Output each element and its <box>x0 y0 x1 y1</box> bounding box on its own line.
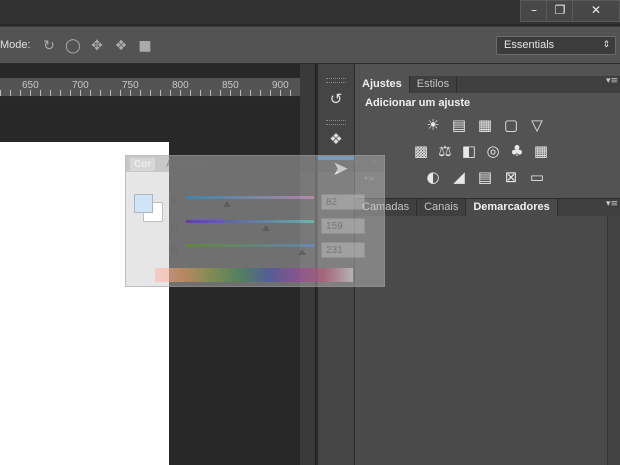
paths-scrollbar[interactable] <box>607 216 620 465</box>
slide-3d-icon[interactable]: ❖ <box>112 37 130 55</box>
channel-mixer-icon[interactable]: ♣ <box>507 142 527 160</box>
adjustments-tabbar: Ajustes Estilos ▾≡ <box>355 76 620 93</box>
threshold-icon[interactable]: ▤ <box>475 168 495 186</box>
tab-demarcadores[interactable]: Demarcadores <box>466 199 558 216</box>
mode-label: Mode: <box>0 39 31 51</box>
posterize-icon[interactable]: ◢ <box>449 168 469 186</box>
options-bar: Mode: ↻ ◯ ✥ ❖ ■ Essentials ⇕ <box>0 26 620 64</box>
brightness-contrast-icon[interactable]: ☀ <box>423 116 443 134</box>
vibrance-icon[interactable]: ▽ <box>527 116 547 134</box>
workspace-label: Essentials <box>504 39 555 51</box>
tab-canais[interactable]: Canais <box>417 199 467 216</box>
exposure-icon[interactable]: ▢ <box>501 116 521 134</box>
chevron-updown-icon: ⇕ <box>602 40 610 50</box>
slider-thumb[interactable] <box>223 201 231 207</box>
foreground-color-swatch[interactable] <box>134 194 153 213</box>
panel-menu-icon[interactable]: ▾≡ <box>606 76 618 86</box>
red-slider[interactable] <box>186 196 314 199</box>
channel-label: B <box>171 245 178 256</box>
scale-3d-icon[interactable]: ■ <box>136 37 154 55</box>
paths-list[interactable] <box>355 216 607 465</box>
right-panel: Ajustes Estilos ▾≡ Adicionar um ajuste ☀ … <box>354 64 620 465</box>
pan-3d-icon[interactable]: ✥ <box>88 37 106 55</box>
roll-3d-icon[interactable]: ◯ <box>64 37 82 55</box>
horizontal-ruler: 650 700 750 800 850 900 <box>0 78 300 97</box>
color-balance-icon[interactable]: ⚖ <box>435 142 455 160</box>
history-icon[interactable]: ↺ <box>319 86 353 112</box>
levels-icon[interactable]: ▤ <box>449 116 469 134</box>
tab-amostras[interactable]: Amostras <box>166 159 208 170</box>
invert-icon[interactable]: ◐ <box>423 168 443 186</box>
blue-value-field[interactable]: 231 <box>321 242 365 258</box>
tab-ajustes[interactable]: Ajustes <box>355 76 410 93</box>
channel-label: G <box>171 222 179 233</box>
curves-icon[interactable]: ▦ <box>475 116 495 134</box>
green-slider[interactable] <box>186 220 314 223</box>
close-icon[interactable]: ✕ <box>572 0 620 22</box>
gradient-map-icon[interactable]: ▭ <box>527 168 547 186</box>
orbit-3d-icon[interactable]: ↻ <box>40 37 58 55</box>
tab-estilos[interactable]: Estilos <box>409 76 458 93</box>
black-white-icon[interactable]: ◧ <box>459 142 479 160</box>
close-icon[interactable]: ✕ <box>370 157 378 168</box>
slider-thumb[interactable] <box>262 225 270 231</box>
blue-slider[interactable] <box>186 244 314 247</box>
channel-label: R <box>171 196 179 207</box>
workspace-select[interactable]: Essentials ⇕ <box>496 36 616 55</box>
color-lookup-icon[interactable]: ▦ <box>531 142 551 160</box>
panel-menu-icon[interactable]: ▾≡ <box>364 174 375 183</box>
green-value-field[interactable]: 159 <box>321 218 365 234</box>
title-bar: – ❐ ✕ <box>0 0 620 24</box>
color-ramp[interactable] <box>155 268 353 282</box>
hue-saturation-icon[interactable]: ▩ <box>411 142 431 160</box>
dock-grip[interactable] <box>326 78 346 83</box>
tab-cor[interactable]: Cor <box>130 158 156 171</box>
minimize-icon[interactable]: – <box>520 0 548 22</box>
color-panel-header[interactable]: Cor Amostras « ✕ <box>126 156 384 172</box>
photo-filter-icon[interactable]: ◎ <box>483 142 503 160</box>
panel-menu-icon[interactable]: ▾≡ <box>606 199 618 209</box>
layers-tabbar: Camadas Canais Demarcadores ▾≡ <box>355 198 620 216</box>
dock-grip[interactable] <box>326 120 346 125</box>
3d-object-icon[interactable]: ❖ <box>319 126 353 152</box>
slider-thumb[interactable] <box>298 249 306 255</box>
collapse-icon[interactable]: « <box>354 157 360 167</box>
ruler-ticks <box>0 90 300 96</box>
adjustments-title: Adicionar um ajuste <box>365 97 471 109</box>
red-value-field[interactable]: 82 <box>321 194 365 210</box>
color-panel-floating[interactable]: Cor Amostras « ✕ ▾≡ R 82 G 159 B 231 <box>125 155 385 287</box>
selective-color-icon[interactable]: ⊠ <box>501 168 521 186</box>
restore-icon[interactable]: ❐ <box>546 0 574 22</box>
